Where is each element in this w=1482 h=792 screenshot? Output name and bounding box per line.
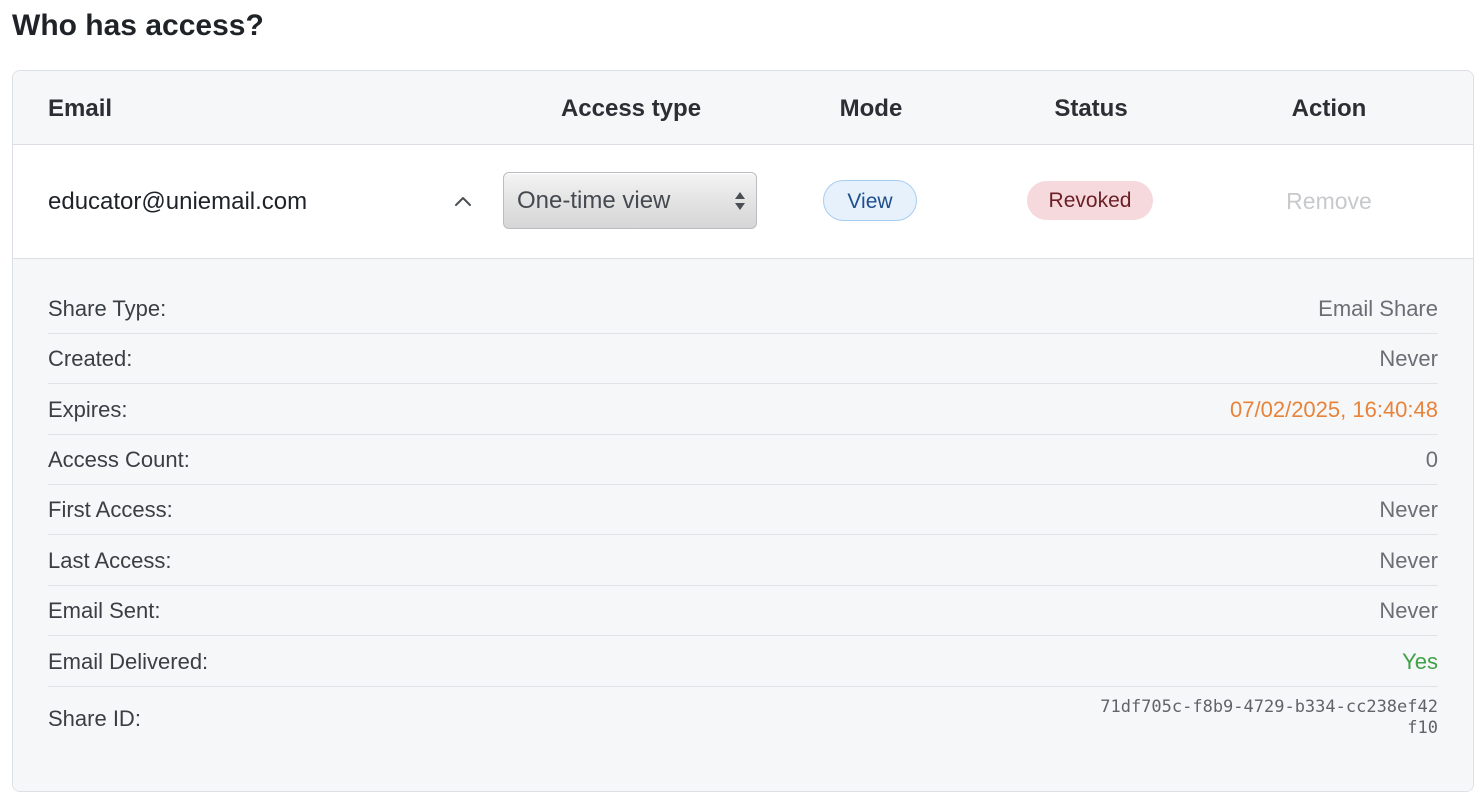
detail-label: Share Type: bbox=[48, 296, 167, 321]
header-access-type: Access type bbox=[560, 95, 702, 122]
detail-label: Access Count: bbox=[48, 447, 190, 472]
remove-button[interactable]: Remove bbox=[1261, 181, 1397, 221]
detail-row-email-sent: Email Sent: Never bbox=[48, 586, 1438, 636]
detail-value: Never bbox=[1379, 346, 1438, 371]
mode-badge: View bbox=[823, 180, 917, 221]
detail-value: Never bbox=[1379, 497, 1438, 522]
header-mode: Mode bbox=[839, 95, 903, 122]
detail-value: Email Share bbox=[1318, 296, 1438, 321]
detail-value: 0 bbox=[1425, 447, 1438, 472]
detail-row-created: Created: Never bbox=[48, 334, 1438, 384]
header-email: Email bbox=[48, 95, 113, 122]
detail-row-email-delivered: Email Delivered: Yes bbox=[48, 637, 1438, 687]
select-arrows-icon bbox=[735, 192, 745, 210]
detail-label: First Access: bbox=[48, 497, 173, 522]
row-email: educator@uniemail.com bbox=[48, 188, 308, 215]
detail-label: Email Sent: bbox=[48, 598, 161, 623]
detail-row-expires: Expires: 07/02/2025, 16:40:48 bbox=[48, 385, 1438, 435]
detail-label: Share ID: bbox=[48, 706, 141, 731]
detail-row-last-access: Last Access: Never bbox=[48, 536, 1438, 586]
access-type-value: One-time view bbox=[517, 187, 671, 214]
chevron-up-icon[interactable] bbox=[450, 188, 476, 214]
header-status: Status bbox=[1054, 95, 1128, 122]
detail-row-access-count: Access Count: 0 bbox=[48, 435, 1438, 485]
page-title: Who has access? bbox=[12, 9, 264, 42]
detail-label: Email Delivered: bbox=[48, 649, 209, 674]
detail-row-share-type: Share Type: Email Share bbox=[48, 284, 1438, 334]
access-type-select[interactable]: One-time view bbox=[503, 172, 757, 229]
detail-label: Expires: bbox=[48, 397, 128, 422]
detail-value: Never bbox=[1379, 598, 1438, 623]
detail-row-share-id: Share ID: 71df705c-f8b9-4729-b334-cc238e… bbox=[48, 687, 1438, 751]
detail-row-first-access: First Access: Never bbox=[48, 485, 1438, 535]
detail-value-delivered: Yes bbox=[1402, 649, 1438, 674]
details-panel: Share Type: Email Share Created: Never E… bbox=[13, 259, 1473, 791]
table-header: Email Access type Mode Status Action bbox=[13, 71, 1473, 145]
detail-label: Last Access: bbox=[48, 548, 172, 573]
detail-value: Never bbox=[1379, 548, 1438, 573]
access-table: Email Access type Mode Status Action edu… bbox=[12, 70, 1474, 792]
status-badge: Revoked bbox=[1027, 181, 1153, 220]
detail-label: Created: bbox=[48, 346, 133, 371]
detail-value-expires: 07/02/2025, 16:40:48 bbox=[1230, 397, 1438, 422]
share-id-value: 71df705c-f8b9-4729-b334-cc238ef42f10 bbox=[1100, 697, 1438, 738]
header-action: Action bbox=[1291, 95, 1367, 122]
